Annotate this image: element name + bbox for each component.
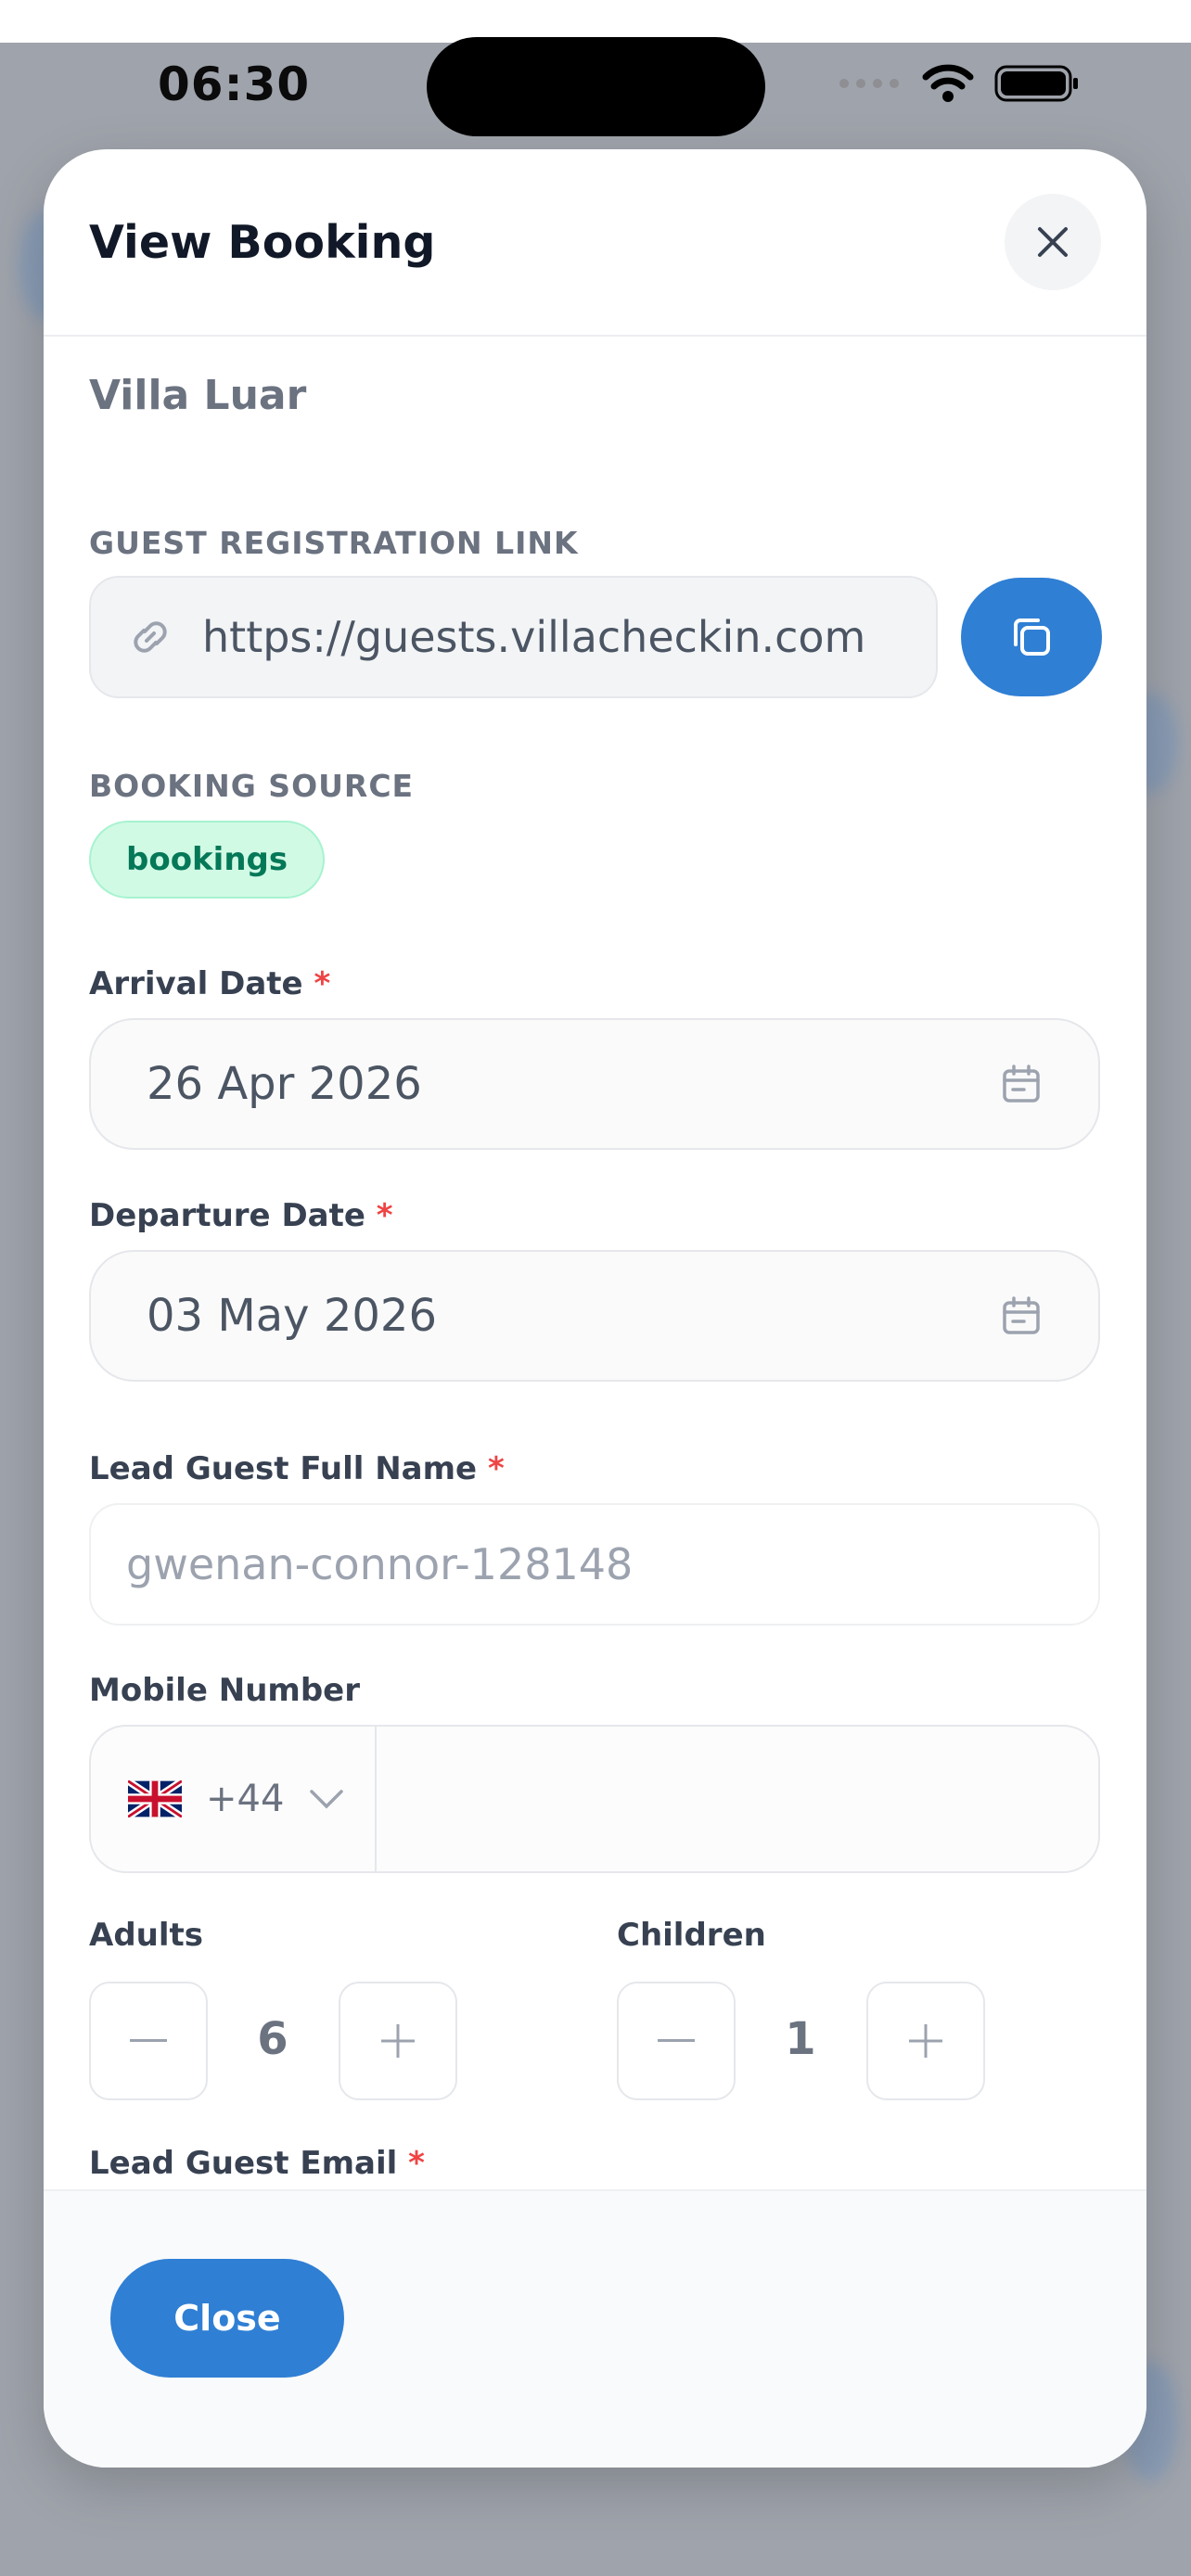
wifi-icon	[922, 64, 974, 102]
adults-count: 6	[257, 2013, 288, 2065]
children-increment-button[interactable]	[866, 1982, 985, 2100]
arrival-date-value: 26 Apr 2026	[147, 1058, 422, 1110]
close-button[interactable]: Close	[110, 2259, 344, 2378]
status-time: 06:30	[158, 57, 311, 111]
guest-link-label: GUEST REGISTRATION LINK	[89, 525, 579, 561]
departure-date-value: 03 May 2026	[147, 1290, 437, 1342]
mobile-number-field: +44	[89, 1725, 1100, 1873]
villa-name: Villa Luar	[89, 372, 307, 419]
adults-decrement-button[interactable]	[89, 1982, 208, 2100]
copy-icon	[1014, 618, 1050, 656]
link-icon	[124, 611, 176, 663]
calendar-icon	[1003, 1296, 1040, 1334]
lead-guest-name-placeholder: gwenan-connor-128148	[126, 1539, 634, 1589]
mobile-number-input[interactable]	[377, 1727, 1098, 1871]
minus-icon	[658, 2039, 695, 2042]
arrival-date-field[interactable]: 26 Apr 2026	[89, 1018, 1100, 1150]
close-icon-button[interactable]	[1005, 194, 1101, 290]
children-label: Children	[617, 1917, 766, 1954]
required-asterisk: *	[314, 965, 331, 1002]
booking-source-badge: bookings	[89, 821, 326, 899]
dynamic-island	[427, 37, 765, 136]
modal-title: View Booking	[89, 216, 436, 269]
close-icon	[1038, 227, 1068, 257]
chevron-down-icon	[310, 1790, 344, 1809]
arrival-date-label-text: Arrival Date	[89, 965, 303, 1002]
plus-icon	[909, 2024, 942, 2058]
country-code: +44	[206, 1778, 285, 1820]
calendar-icon	[1003, 1065, 1040, 1103]
modal-footer: Close	[44, 2189, 1146, 2468]
lead-guest-name-label: Lead Guest Full Name *	[89, 1450, 505, 1487]
country-code-select[interactable]: +44	[91, 1727, 377, 1871]
modal-header: View Booking	[44, 149, 1146, 337]
guest-link-field[interactable]: https://guests.villacheckin.com	[89, 576, 938, 698]
departure-date-field[interactable]: 03 May 2026	[89, 1250, 1100, 1382]
signal-icon	[839, 79, 899, 88]
mobile-number-label: Mobile Number	[89, 1672, 360, 1709]
copy-link-button[interactable]	[961, 578, 1102, 696]
departure-date-label: Departure Date *	[89, 1197, 393, 1234]
lead-guest-name-label-text: Lead Guest Full Name	[89, 1450, 478, 1487]
lead-guest-email-label: Lead Guest Email *	[89, 2145, 425, 2182]
plus-icon	[381, 2024, 415, 2058]
departure-date-label-text: Departure Date	[89, 1197, 365, 1234]
arrival-date-label: Arrival Date *	[89, 965, 330, 1002]
booking-source-label: BOOKING SOURCE	[89, 768, 415, 804]
required-asterisk: *	[487, 1450, 505, 1487]
status-icons	[837, 63, 1080, 104]
required-asterisk: *	[408, 2145, 425, 2182]
lead-guest-email-label-text: Lead Guest Email	[89, 2145, 398, 2182]
adults-label: Adults	[89, 1917, 204, 1954]
guest-link-value: https://guests.villacheckin.com	[202, 612, 866, 662]
minus-icon	[130, 2039, 167, 2042]
children-count: 1	[785, 2013, 816, 2065]
required-asterisk: *	[376, 1197, 393, 1234]
lead-guest-name-input[interactable]: gwenan-connor-128148	[89, 1503, 1100, 1626]
view-booking-modal: View Booking Villa Luar GUEST REGISTRATI…	[44, 149, 1146, 2468]
adults-increment-button[interactable]	[339, 1982, 457, 2100]
battery-icon	[994, 65, 1078, 102]
uk-flag-icon	[128, 1780, 182, 1817]
children-decrement-button[interactable]	[617, 1982, 736, 2100]
